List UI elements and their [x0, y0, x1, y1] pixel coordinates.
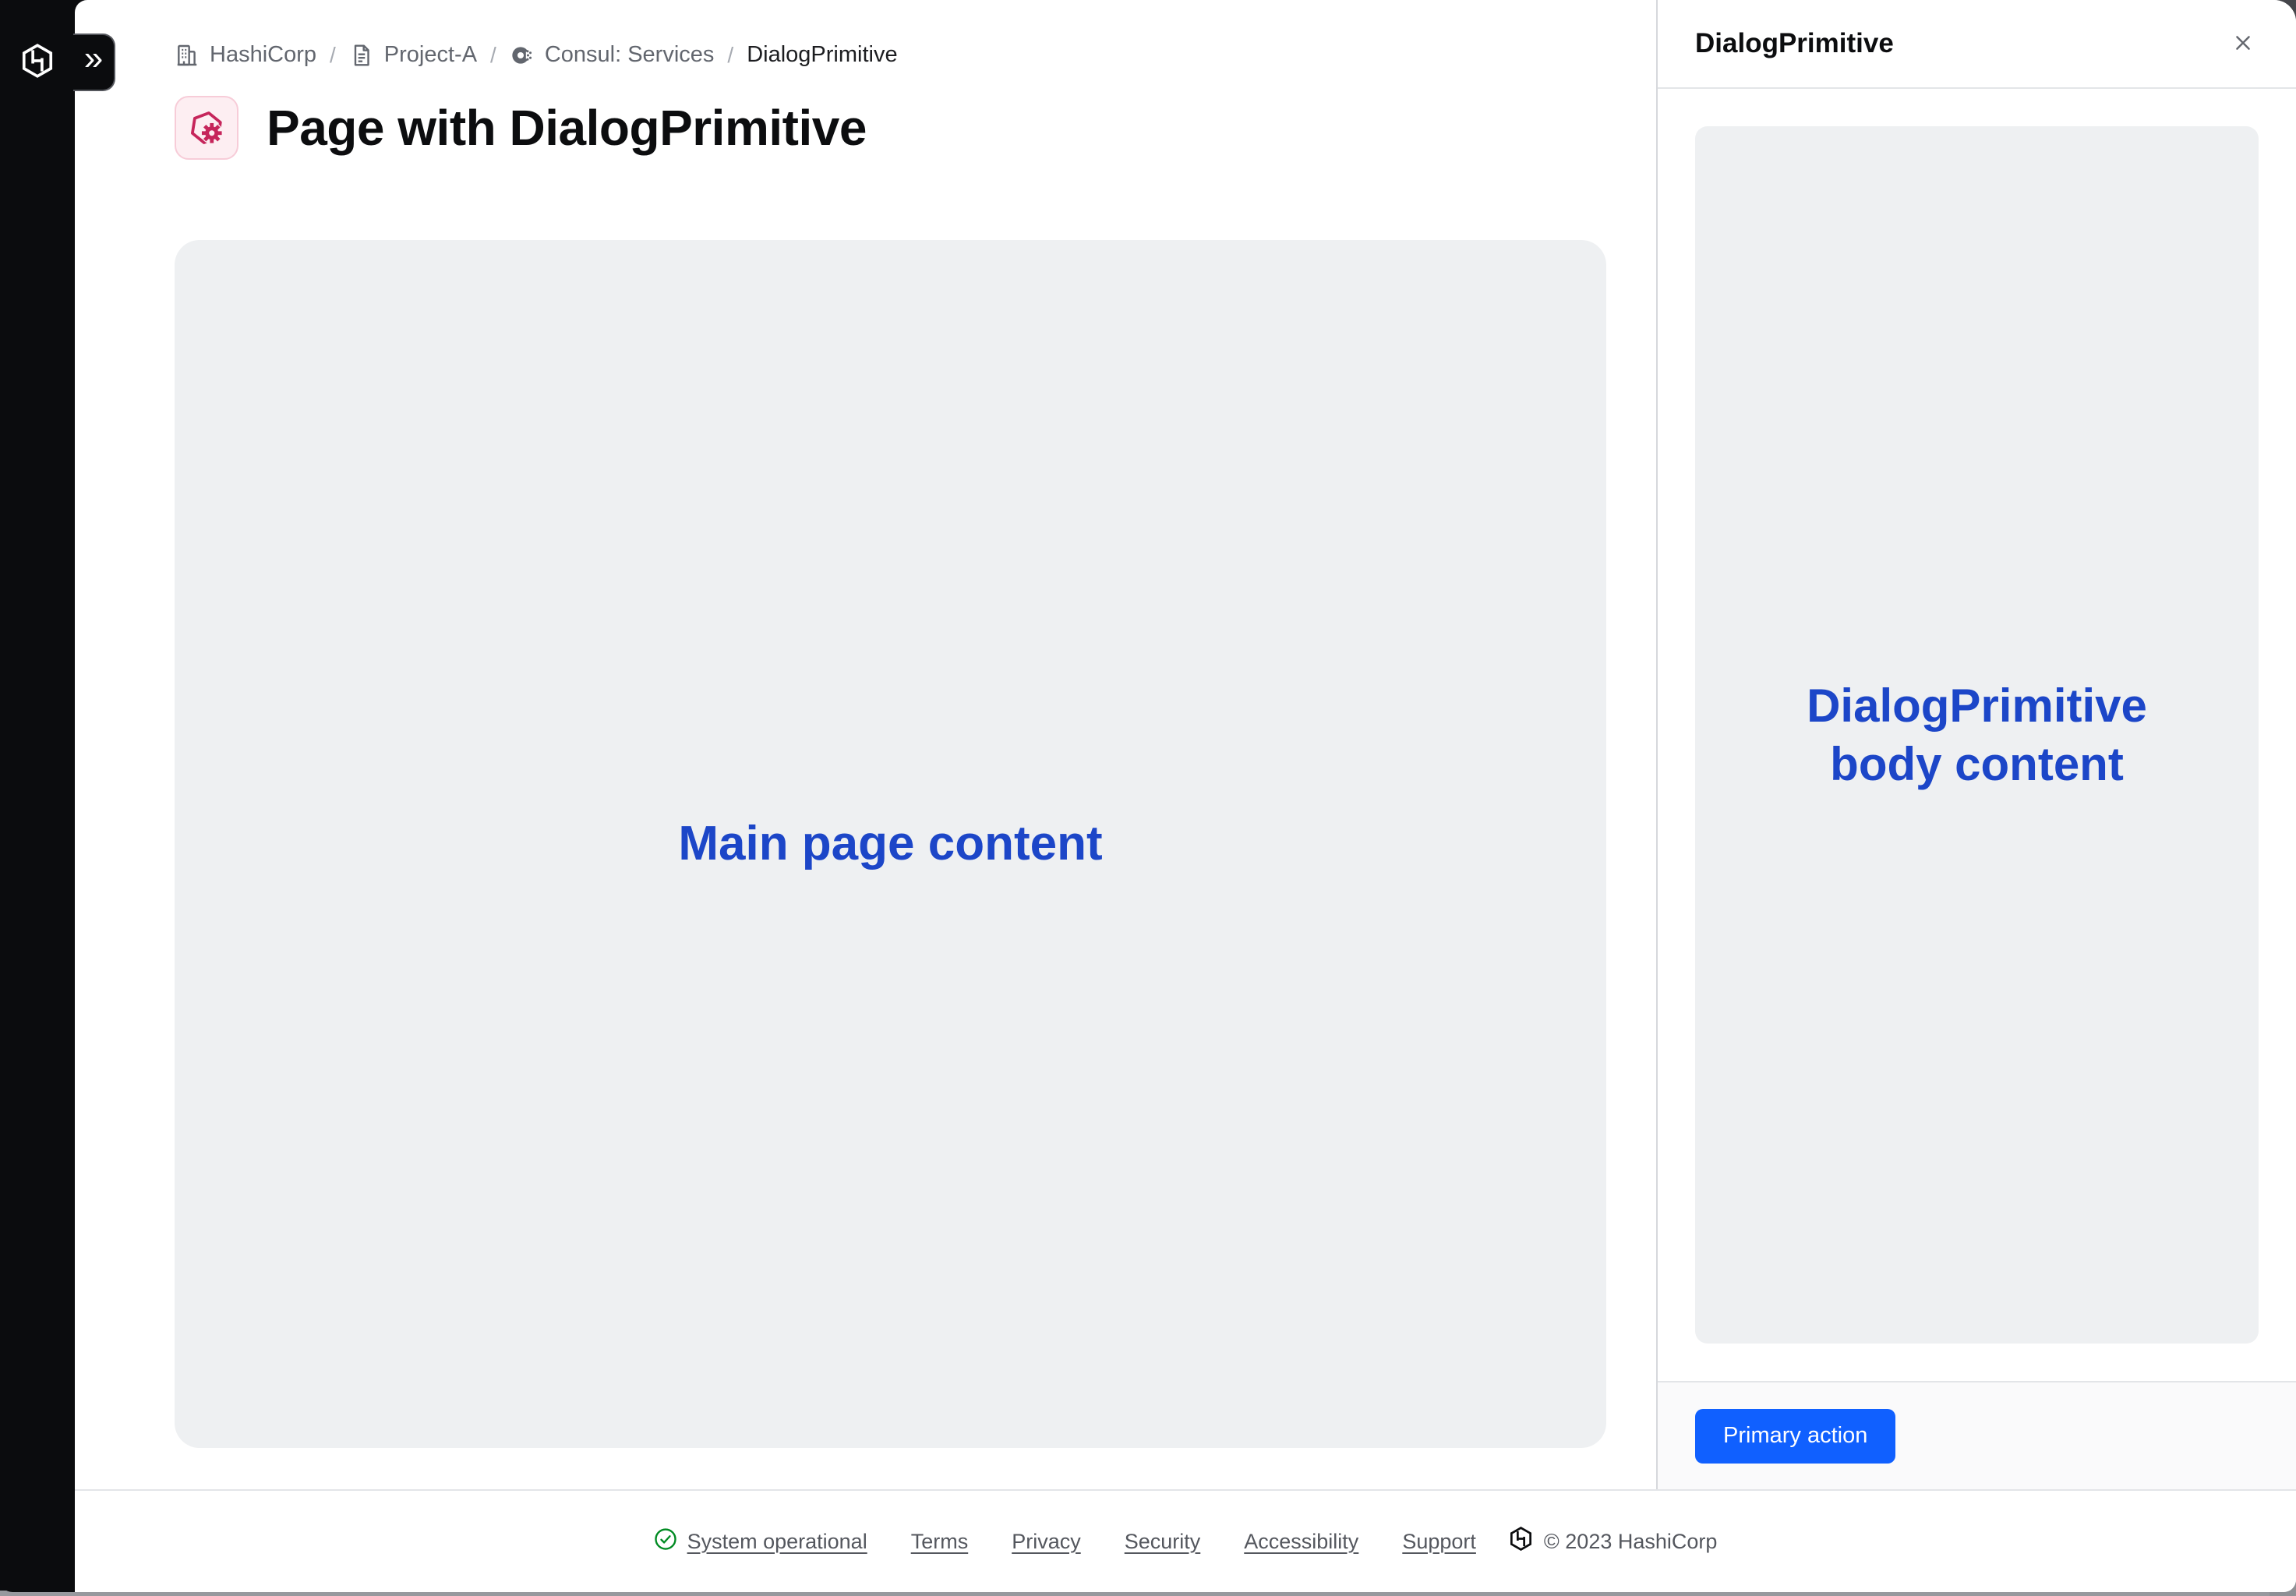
- app-sidebar: [0, 0, 75, 1592]
- breadcrumb-item-current: DialogPrimitive: [747, 42, 897, 68]
- footer-link-security[interactable]: Security: [1125, 1530, 1201, 1554]
- main-placeholder-text: Main page content: [678, 814, 1102, 874]
- primary-action-button[interactable]: Primary action: [1695, 1409, 1895, 1464]
- dialog-panel: DialogPrimitive DialogPrimitive body con…: [1656, 0, 2296, 1489]
- dialog-header: DialogPrimitive: [1658, 0, 2296, 89]
- building-icon: [175, 43, 200, 68]
- check-circle-icon: [654, 1527, 677, 1556]
- sidebar-expand-button[interactable]: »: [73, 34, 115, 91]
- system-status-link[interactable]: System operational: [654, 1527, 867, 1556]
- page-title: Page with DialogPrimitive: [267, 99, 867, 157]
- dialog-placeholder-text: DialogPrimitive body content: [1750, 676, 2204, 793]
- dialog-close-button[interactable]: [2224, 25, 2262, 62]
- footer-link-accessibility[interactable]: Accessibility: [1244, 1530, 1358, 1554]
- app-footer: System operational Terms Privacy Securit…: [75, 1489, 2296, 1592]
- breadcrumb-label: DialogPrimitive: [747, 42, 897, 68]
- breadcrumb-item-project[interactable]: Project-A: [349, 42, 477, 68]
- main-region: HashiCorp / Project-A /: [75, 0, 1656, 1489]
- breadcrumb: HashiCorp / Project-A /: [175, 42, 1606, 68]
- footer-link-support[interactable]: Support: [1402, 1530, 1476, 1554]
- main-content-placeholder: Main page content: [175, 240, 1606, 1448]
- breadcrumb-separator: /: [727, 43, 733, 68]
- footer-copyright: © 2023 HashiCorp: [1509, 1527, 1718, 1556]
- breadcrumb-label: HashiCorp: [210, 42, 316, 68]
- footer-link-privacy[interactable]: Privacy: [1012, 1530, 1081, 1554]
- hashicorp-logo-icon[interactable]: [20, 44, 55, 78]
- dialog-content-placeholder: DialogPrimitive body content: [1695, 126, 2259, 1344]
- consul-icon: [510, 43, 535, 68]
- app-surface: HashiCorp / Project-A /: [75, 0, 2296, 1592]
- system-status-label: System operational: [687, 1530, 867, 1554]
- double-chevron-right-icon: »: [84, 41, 103, 83]
- file-icon: [349, 43, 374, 68]
- footer-link-terms[interactable]: Terms: [911, 1530, 969, 1554]
- consul-gear-icon: [175, 96, 238, 160]
- copyright-text: © 2023 HashiCorp: [1544, 1530, 1718, 1554]
- dialog-body: DialogPrimitive body content: [1658, 89, 2296, 1381]
- breadcrumb-label: Project-A: [384, 42, 477, 68]
- breadcrumb-separator: /: [330, 43, 336, 68]
- breadcrumb-item-consul-services[interactable]: Consul: Services: [510, 42, 715, 68]
- breadcrumb-separator: /: [490, 43, 496, 68]
- breadcrumb-label: Consul: Services: [545, 42, 715, 68]
- dialog-footer: Primary action: [1658, 1381, 2296, 1489]
- x-icon: [2232, 32, 2254, 56]
- dialog-title: DialogPrimitive: [1695, 28, 1894, 59]
- page-header: Page with DialogPrimitive: [175, 96, 1606, 160]
- breadcrumb-item-hashicorp[interactable]: HashiCorp: [175, 42, 316, 68]
- hashicorp-logo-icon: [1509, 1527, 1533, 1556]
